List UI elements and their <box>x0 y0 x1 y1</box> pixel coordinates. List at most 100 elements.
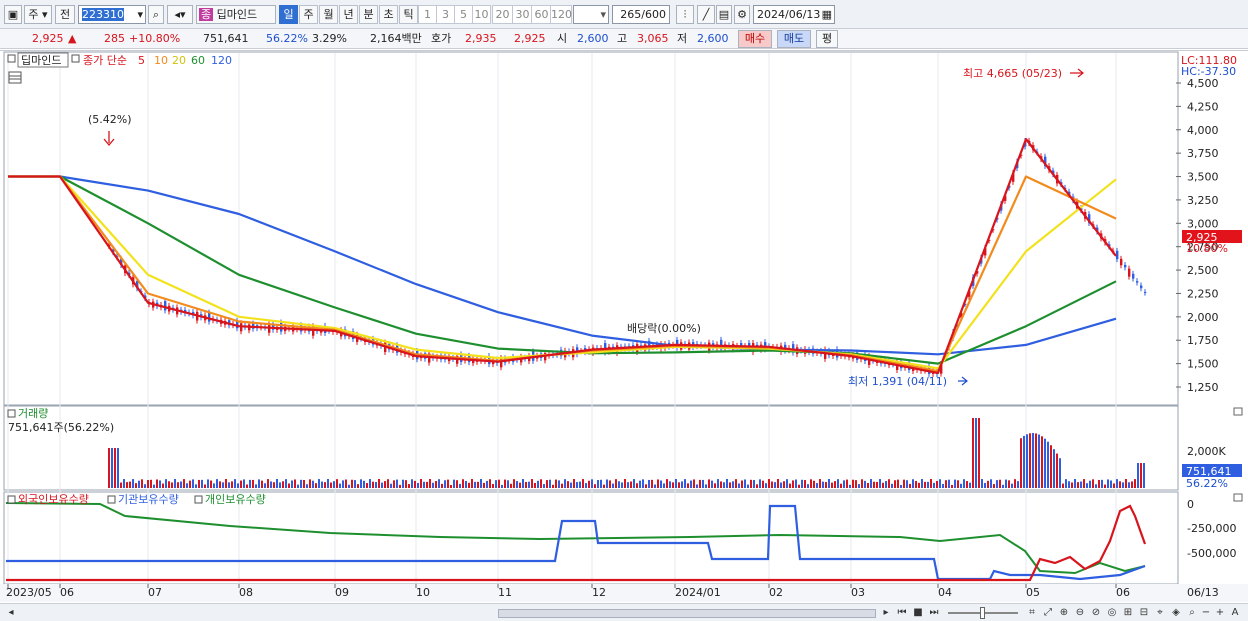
annotation-low: 최저 1,391 (04/11) <box>848 375 947 388</box>
volume-bar <box>642 479 644 488</box>
table-icon[interactable] <box>8 71 22 84</box>
volume-bar <box>174 479 176 488</box>
y-tick-label: 1,250 <box>1187 381 1219 394</box>
interval-5[interactable]: 5 <box>454 5 473 24</box>
volume-bar <box>117 448 119 488</box>
tool-icon[interactable]: ⊖ <box>1073 606 1087 620</box>
market-select[interactable]: 주 ▾ <box>24 5 52 24</box>
tool-icon[interactable]: ⤢ <box>1041 606 1055 620</box>
gear-icon[interactable]: ⚙ <box>734 5 750 24</box>
interval-custom-select[interactable]: ▾ <box>573 5 609 24</box>
volume-bar <box>1077 482 1079 488</box>
font-size-icon[interactable]: A <box>1228 606 1242 620</box>
volume-bar <box>570 482 572 488</box>
rewind-icon[interactable]: ⏮ <box>895 606 909 620</box>
calendar-icon[interactable]: ▦ <box>822 6 832 23</box>
zoom-in-icon[interactable]: + <box>1213 606 1227 620</box>
tool-icon[interactable]: ⊞ <box>1121 606 1135 620</box>
chart-svg[interactable]: 4,5004,2504,0003,7503,5003,2503,0002,750… <box>0 51 1248 604</box>
buy-button[interactable]: 매수 <box>738 30 772 48</box>
period-prefix-button[interactable]: 전 <box>55 5 75 24</box>
volume-bar <box>423 481 425 488</box>
interval-60-label: 60 <box>534 8 549 21</box>
period-week[interactable]: 주 <box>299 5 318 24</box>
volume-bar <box>405 480 407 488</box>
period-month[interactable]: 월 <box>319 5 338 24</box>
volume-bar <box>684 479 686 488</box>
volume-bar <box>636 483 638 488</box>
eval-button[interactable]: 평 <box>816 30 838 48</box>
scroll-left-icon[interactable]: ◂ <box>4 606 18 620</box>
interval-20[interactable]: 20 <box>492 5 513 24</box>
zoom-slider-handle[interactable] <box>980 607 985 619</box>
stop-icon[interactable]: ■ <box>911 606 925 620</box>
volume-ratio: 56.22% <box>266 32 308 45</box>
legend-toggle-icon[interactable] <box>194 495 203 504</box>
line-draw-icon[interactable]: ╱ <box>697 5 715 24</box>
legend-toggle-icon[interactable] <box>107 495 116 504</box>
tool-icon[interactable]: ⊟ <box>1137 606 1151 620</box>
ma-toggle-icon[interactable] <box>71 54 80 63</box>
volume-bar <box>390 483 392 488</box>
interval-1[interactable]: 1 <box>418 5 437 24</box>
stock-name-field[interactable]: 종 딥마인드 <box>196 5 276 24</box>
maximize-icon[interactable] <box>1233 493 1243 502</box>
count-field[interactable]: 265/600 <box>612 5 670 24</box>
y-tick-label: 3,750 <box>1187 147 1219 160</box>
tool-icon[interactable]: ⌗ <box>1025 606 1039 620</box>
volume-bar <box>216 479 218 488</box>
tool-icon[interactable]: ⌖ <box>1153 606 1167 620</box>
volume-bar <box>810 479 812 488</box>
panel-menu-icon[interactable] <box>7 54 16 63</box>
save-icon[interactable]: ▤ <box>716 5 732 24</box>
tool-icon[interactable]: ◈ <box>1169 606 1183 620</box>
period-day[interactable]: 일 <box>279 5 298 24</box>
interval-10[interactable]: 10 <box>472 5 491 24</box>
panel-menu-icon[interactable] <box>7 495 16 504</box>
volume-bar <box>606 479 608 488</box>
volume-bar <box>891 483 893 488</box>
volume-bar <box>441 483 443 488</box>
volume-bar <box>1110 480 1112 488</box>
interval-120[interactable]: 120 <box>550 5 572 24</box>
fast-forward-icon[interactable]: ⏭ <box>927 606 941 620</box>
volume-bar <box>126 482 128 488</box>
interval-30[interactable]: 30 <box>512 5 533 24</box>
volume-bar <box>573 479 575 488</box>
tool-icon[interactable]: ⊘ <box>1089 606 1103 620</box>
tool-icon[interactable]: ◎ <box>1105 606 1119 620</box>
volume-bar <box>1074 479 1076 488</box>
scrollbar[interactable]: ◂ ▸ ⏮ ■ ⏭ ⌗ ⤢ ⊕ ⊖ ⊘ ◎ ⊞ ⊟ ⌖ ◈ ⌕ − + A <box>0 603 1248 621</box>
candle-icon[interactable]: ⫶ <box>676 5 694 24</box>
volume-bar <box>393 480 395 488</box>
scroll-right-icon[interactable]: ▸ <box>879 606 893 620</box>
period-year[interactable]: 년 <box>339 5 358 24</box>
zoom-out-icon[interactable]: − <box>1199 606 1213 620</box>
volume-bar <box>1113 483 1115 488</box>
period-minute[interactable]: 분 <box>359 5 378 24</box>
search-icon[interactable]: ⌕ <box>148 5 164 24</box>
chevron-down-icon[interactable]: ▾ <box>137 6 143 23</box>
period-second[interactable]: 초 <box>379 5 398 24</box>
date-field[interactable]: 2024/06/13 ▦ <box>753 5 835 24</box>
chart-area[interactable]: 4,500 4,250 4,000 3,750 3,500 3,250 3,000 2,750… <box>0 50 1248 603</box>
window-menu-icon[interactable]: ▣ <box>4 5 22 24</box>
interval-60[interactable]: 60 <box>531 5 552 24</box>
magnifier-icon[interactable]: ⌕ <box>1185 606 1199 620</box>
volume-bar <box>846 479 848 488</box>
volume-bar <box>471 479 473 488</box>
volume-bar <box>1134 479 1136 488</box>
volume-bar <box>918 482 920 488</box>
sell-button[interactable]: 매도 <box>777 30 811 48</box>
speaker-icon[interactable]: ◂▾ <box>167 5 193 24</box>
maximize-icon[interactable] <box>1233 407 1243 416</box>
code-input[interactable]: 223310 ▾ <box>78 5 146 24</box>
tool-icon[interactable]: ⊕ <box>1057 606 1071 620</box>
volume-bar <box>210 480 212 488</box>
interval-3[interactable]: 3 <box>436 5 455 24</box>
volume-bar <box>789 483 791 488</box>
volume-bar <box>147 480 149 488</box>
scroll-thumb[interactable] <box>498 609 876 618</box>
period-tick[interactable]: 틱 <box>399 5 418 24</box>
panel-menu-icon[interactable] <box>7 409 16 418</box>
